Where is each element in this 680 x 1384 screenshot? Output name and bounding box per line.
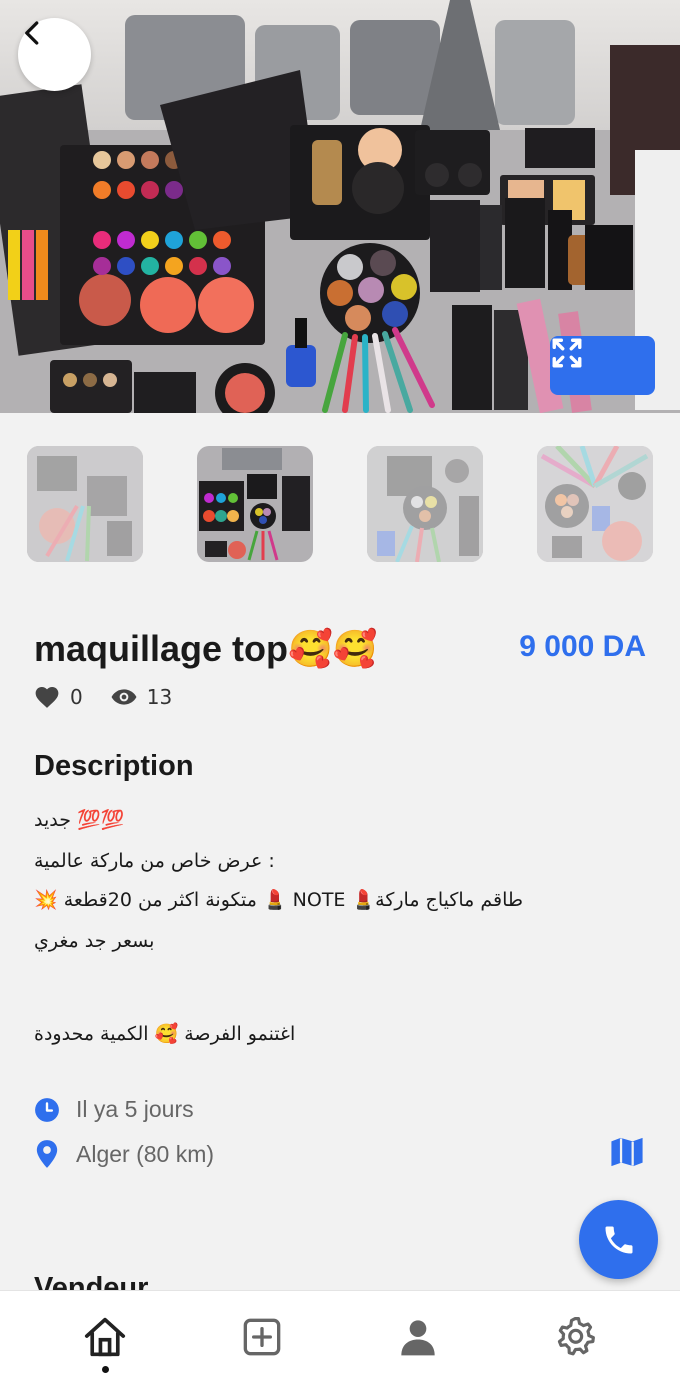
map-icon [611,1137,643,1167]
location-text: Alger (80 km) [76,1140,215,1167]
listing-main-photo[interactable] [0,0,680,413]
view-counter: 13 [111,685,172,709]
likes-count: 0 [70,685,83,709]
bottom-navigation [0,1290,680,1384]
call-button[interactable] [579,1200,658,1279]
map-pin-icon [36,1140,58,1168]
description-heading: Description [34,750,194,782]
gear-icon [557,1317,595,1356]
description-line: عرض خاص من ماركة عالمية : [34,850,275,872]
home-icon [84,1317,126,1357]
add-square-icon [243,1318,281,1356]
thumbnail-1[interactable] [27,446,143,562]
photo-thumbnails [0,446,680,562]
listing-title: maquillage top🥰🥰 [34,628,378,669]
description-line: بسعر جد مغري [34,930,155,952]
map-button[interactable] [610,1136,644,1172]
fullscreen-button[interactable] [550,336,655,395]
phone-icon [605,1226,632,1253]
location: Alger (80 km) [34,1139,214,1169]
description-line: 💥 متكونة اكثر من 20قطعة 💄 NOTE 💄طاقم ماك… [34,889,524,911]
back-button[interactable] [18,18,91,91]
thumbnail-4[interactable] [537,446,653,562]
user-icon [401,1320,435,1356]
thumbnail-photo [197,446,313,562]
thumbnail-3[interactable] [367,446,483,562]
nav-home[interactable] [81,1313,129,1361]
chevron-left-icon [25,21,39,45]
clock-icon [35,1097,59,1122]
thumbnail-2-active[interactable] [197,446,313,562]
nav-settings[interactable] [551,1313,599,1361]
description-line: جديد 💯💯 [34,809,125,831]
active-tab-indicator [102,1366,109,1373]
listing-price: 9 000 DA [519,630,646,663]
thumbnail-photo [27,446,143,562]
nav-add-listing[interactable] [238,1313,286,1361]
views-count: 13 [146,685,173,709]
heart-icon [35,687,59,708]
description-line: اغتنمو الفرصة 🥰 الكمية محدودة [34,1023,296,1045]
posted-time: Il ya 5 jours [34,1096,194,1123]
posted-time-text: Il ya 5 jours [76,1096,194,1122]
expand-icon [552,338,582,368]
like-counter[interactable]: 0 [34,685,83,709]
nav-profile[interactable] [394,1313,442,1361]
thumbnail-photo [367,446,483,562]
thumbnail-photo [537,446,653,562]
listing-stats: 0 13 [34,684,200,710]
eye-icon [111,689,137,705]
